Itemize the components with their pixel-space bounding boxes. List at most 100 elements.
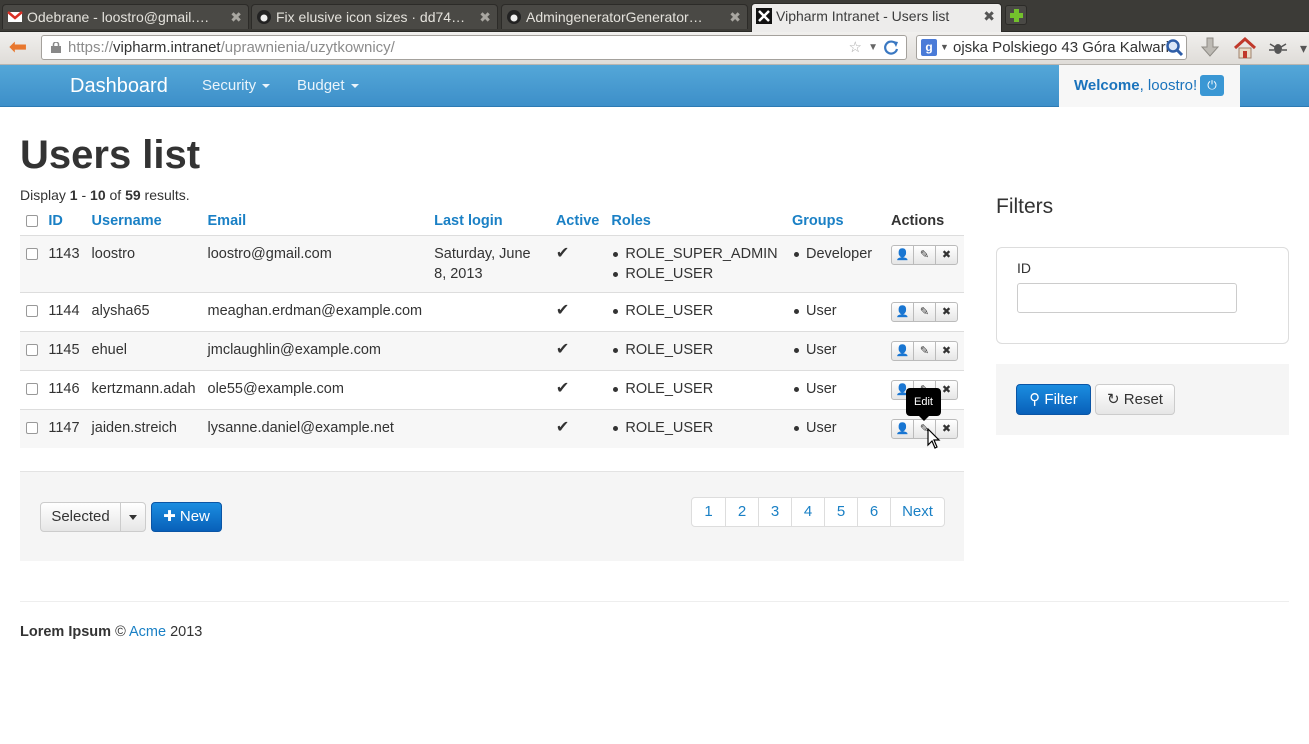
header-groups[interactable]: Groups bbox=[786, 207, 885, 236]
cell-email: loostro@gmail.com bbox=[201, 234, 429, 292]
row-checkbox[interactable] bbox=[26, 343, 38, 356]
browser-tab[interactable]: Fix elusive icon sizes · dd74… ✖ bbox=[251, 4, 498, 29]
cell-email: jmclaughlin@example.com bbox=[201, 330, 429, 370]
url-path: /uprawnienia/uzytkownicy/ bbox=[220, 39, 395, 56]
show-user-icon[interactable]: 👤 bbox=[891, 418, 914, 439]
browser-tab-active[interactable]: Vipharm Intranet - Users list ✖ bbox=[751, 3, 1002, 32]
groups-list: User bbox=[792, 418, 879, 438]
google-icon[interactable]: g bbox=[921, 39, 937, 56]
github-icon bbox=[507, 10, 521, 24]
page-link-2[interactable]: 2 bbox=[725, 498, 758, 526]
cell-username: kertzmann.adah bbox=[85, 369, 202, 409]
groups-list: Developer bbox=[792, 244, 879, 264]
footer-acme-link[interactable]: Acme bbox=[129, 624, 166, 640]
page-link-4[interactable]: 4 bbox=[791, 498, 824, 526]
edit-icon[interactable]: ✎ bbox=[913, 340, 936, 361]
brand-link[interactable]: Dashboard bbox=[70, 65, 168, 107]
role-item: ROLE_USER bbox=[611, 418, 780, 438]
row-checkbox[interactable] bbox=[26, 304, 38, 317]
toolbar-overflow-icon[interactable]: ▾ bbox=[1300, 40, 1307, 57]
extension-bug-icon[interactable] bbox=[1266, 36, 1290, 60]
row-checkbox[interactable] bbox=[26, 382, 38, 395]
close-tab-icon[interactable]: ✖ bbox=[230, 5, 242, 29]
edit-icon[interactable]: ✎ bbox=[913, 301, 936, 322]
header-last-login[interactable]: Last login bbox=[428, 207, 550, 236]
search-text: ojska Polskiego 43 Góra Kalwarii bbox=[953, 39, 1173, 56]
show-user-icon[interactable]: 👤 bbox=[891, 340, 914, 361]
tab-title: AdmingeneratorGenerator… bbox=[526, 9, 703, 25]
cell-id: 1143 bbox=[42, 234, 86, 292]
home-icon[interactable] bbox=[1233, 36, 1257, 60]
cell-last-login bbox=[428, 369, 550, 409]
table-header-row: ID Username Email Last login Active Role… bbox=[20, 207, 964, 236]
filter-button-label: Filter bbox=[1044, 391, 1078, 408]
new-user-button[interactable]: ✚ New bbox=[151, 502, 222, 532]
page-next-link[interactable]: Next bbox=[890, 498, 944, 526]
caret-down-icon bbox=[350, 84, 359, 89]
back-arrow-icon[interactable]: ⬅ bbox=[6, 36, 30, 59]
show-user-icon[interactable]: 👤 bbox=[891, 244, 914, 265]
header-roles[interactable]: Roles bbox=[605, 207, 786, 236]
close-tab-icon[interactable]: ✖ bbox=[729, 5, 741, 29]
menu-budget[interactable]: Budget bbox=[297, 65, 359, 107]
page-link-1[interactable]: 1 bbox=[692, 498, 725, 526]
summary-dash: - bbox=[77, 187, 91, 203]
row-checkbox[interactable] bbox=[26, 421, 38, 434]
select-all-checkbox[interactable] bbox=[26, 214, 38, 227]
header-id[interactable]: ID bbox=[42, 207, 86, 236]
logout-power-icon[interactable]: ⏻ bbox=[1200, 75, 1224, 96]
url-host: vipharm.intranet bbox=[113, 39, 221, 56]
summary-suffix: results. bbox=[140, 187, 190, 203]
role-item: ROLE_USER bbox=[611, 340, 780, 360]
download-icon[interactable] bbox=[1198, 36, 1222, 60]
delete-icon[interactable]: ✖ bbox=[935, 244, 958, 265]
edit-icon[interactable]: ✎ bbox=[913, 244, 936, 265]
browser-toolbar: ⬅ https://vipharm.intranet/uprawnienia/u… bbox=[0, 32, 1309, 65]
selected-actions-button[interactable]: Selected bbox=[40, 502, 121, 532]
row-select-cell bbox=[20, 330, 43, 370]
url-bar[interactable]: https://vipharm.intranet/uprawnienia/uzy… bbox=[41, 35, 907, 60]
selected-actions-dropdown-toggle[interactable] bbox=[120, 502, 146, 532]
welcome-user[interactable]: , loostro! bbox=[1140, 77, 1198, 94]
role-item: ROLE_SUPER_ADMIN bbox=[611, 244, 780, 264]
role-item: ROLE_USER bbox=[611, 264, 780, 284]
footer-divider bbox=[20, 601, 1289, 602]
show-user-icon[interactable]: 👤 bbox=[891, 301, 914, 322]
header-username[interactable]: Username bbox=[85, 207, 202, 236]
delete-icon[interactable]: ✖ bbox=[935, 340, 958, 361]
filter-id-input[interactable] bbox=[1017, 283, 1237, 313]
site-icon bbox=[756, 8, 772, 24]
bookmark-star-icon[interactable]: ☆ bbox=[849, 36, 862, 59]
active-check-icon: ✔ bbox=[555, 244, 570, 262]
search-engine-dropdown-icon[interactable]: ▼ bbox=[940, 36, 949, 59]
new-tab-button[interactable] bbox=[1005, 5, 1027, 25]
group-item: User bbox=[792, 418, 879, 438]
browser-tab[interactable]: Odebrane - loostro@gmail.… ✖ bbox=[2, 4, 249, 29]
cell-id: 1147 bbox=[42, 408, 86, 448]
page-link-5[interactable]: 5 bbox=[824, 498, 857, 526]
filters-form: ID bbox=[996, 247, 1289, 344]
list-actions-bar: Selected ✚ New 1 2 3 4 5 6 Next bbox=[20, 471, 964, 561]
results-summary: Display 1 - 10 of 59 results. bbox=[20, 187, 190, 203]
url-history-dropdown-icon[interactable]: ▼ bbox=[868, 36, 878, 59]
table-row: 1147 jaiden.streich lysanne.daniel@example… bbox=[20, 408, 964, 448]
cell-roles: ROLE_USER bbox=[605, 408, 786, 448]
header-active[interactable]: Active bbox=[549, 207, 606, 236]
close-tab-icon[interactable]: ✖ bbox=[479, 5, 491, 29]
filter-button[interactable]: ⚲ Filter bbox=[1016, 384, 1091, 415]
search-bar[interactable]: g ▼ ojska Polskiego 43 Góra Kalwarii bbox=[916, 35, 1187, 60]
search-icon[interactable] bbox=[1165, 38, 1184, 57]
reset-button[interactable]: ↻ Reset bbox=[1095, 384, 1175, 415]
header-email[interactable]: Email bbox=[201, 207, 429, 236]
tab-title: Fix elusive icon sizes · dd74… bbox=[276, 9, 466, 25]
reload-icon[interactable] bbox=[883, 39, 900, 56]
close-tab-icon[interactable]: ✖ bbox=[983, 4, 995, 28]
row-checkbox[interactable] bbox=[26, 247, 38, 260]
page-link-6[interactable]: 6 bbox=[857, 498, 890, 526]
delete-icon[interactable]: ✖ bbox=[935, 301, 958, 322]
filters-title: Filters bbox=[996, 195, 1054, 218]
search-icon: ⚲ bbox=[1029, 391, 1041, 408]
browser-tab[interactable]: AdmingeneratorGenerator… ✖ bbox=[501, 4, 748, 29]
page-link-3[interactable]: 3 bbox=[758, 498, 791, 526]
menu-security[interactable]: Security bbox=[202, 65, 271, 107]
